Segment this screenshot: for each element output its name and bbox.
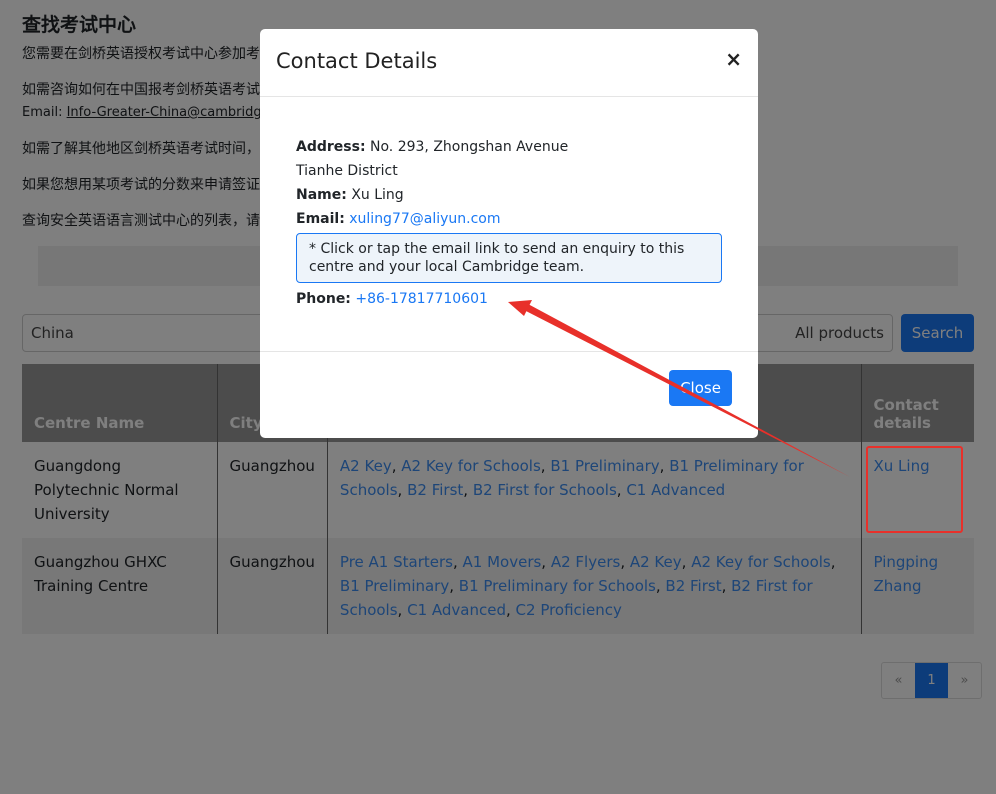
highlight-box — [866, 446, 963, 533]
arrow-shaft — [524, 304, 850, 477]
annotation-layer — [508, 300, 963, 533]
